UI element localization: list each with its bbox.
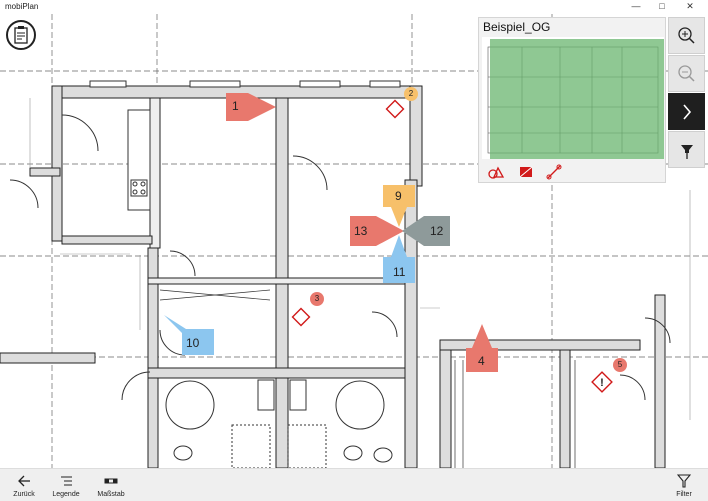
right-controls (668, 17, 708, 183)
marker-4[interactable]: 4 (466, 324, 498, 372)
minimap-toolbar (479, 161, 665, 183)
pin-icon (681, 145, 693, 159)
area-tool-icon[interactable] (517, 164, 535, 180)
zoom-out-button[interactable] (668, 55, 705, 92)
scale-label: Maßstab (97, 491, 125, 498)
minimap-view[interactable] (482, 37, 664, 159)
zoom-in-button[interactable] (668, 17, 705, 54)
marker-1[interactable]: 1 (226, 93, 276, 123)
scale-icon (104, 478, 118, 484)
list-icon (61, 476, 72, 486)
pin-button[interactable] (668, 131, 705, 168)
marker-10[interactable]: 10 (164, 315, 218, 357)
arrow-left-icon (18, 475, 30, 487)
next-button[interactable] (668, 93, 705, 130)
close-button[interactable]: ✕ (680, 0, 700, 14)
minimap-viewport[interactable] (490, 39, 664, 159)
minimap-panel: Beispiel_OG (478, 17, 666, 183)
chevron-right-icon (683, 104, 692, 120)
filter-button[interactable]: Filter (664, 471, 704, 501)
svg-text:!: ! (600, 377, 604, 389)
minimize-button[interactable]: — (626, 0, 646, 14)
marker-5[interactable]: 5 (613, 358, 627, 372)
bottom-app-bar: Zurück Legende Maßstab Filter (0, 468, 708, 501)
back-label: Zurück (13, 491, 35, 498)
minimap-title: Beispiel_OG (483, 20, 551, 34)
clipboard-icon (14, 26, 28, 44)
zoom-out-icon (678, 65, 695, 82)
zoom-in-icon (678, 27, 695, 44)
title-bar: mobiPlan — □ ✕ (0, 0, 708, 14)
marker-3[interactable]: 3 (310, 292, 324, 306)
plan-menu-button[interactable] (6, 20, 36, 50)
scale-button[interactable]: Maßstab (91, 471, 131, 501)
filter-label: Filter (676, 491, 692, 498)
legend-label: Legende (52, 491, 80, 498)
marker-11[interactable]: 11 (383, 235, 415, 283)
filter-icon (677, 474, 691, 488)
marker-2[interactable]: 2 (404, 87, 418, 101)
window-title: mobiPlan (5, 2, 39, 11)
maximize-button[interactable]: □ (652, 0, 672, 14)
shapes-tool-icon[interactable] (487, 164, 505, 180)
legend-button[interactable]: Legende (46, 471, 86, 501)
measure-tool-icon[interactable] (545, 164, 563, 180)
back-button[interactable]: Zurück (4, 471, 44, 501)
